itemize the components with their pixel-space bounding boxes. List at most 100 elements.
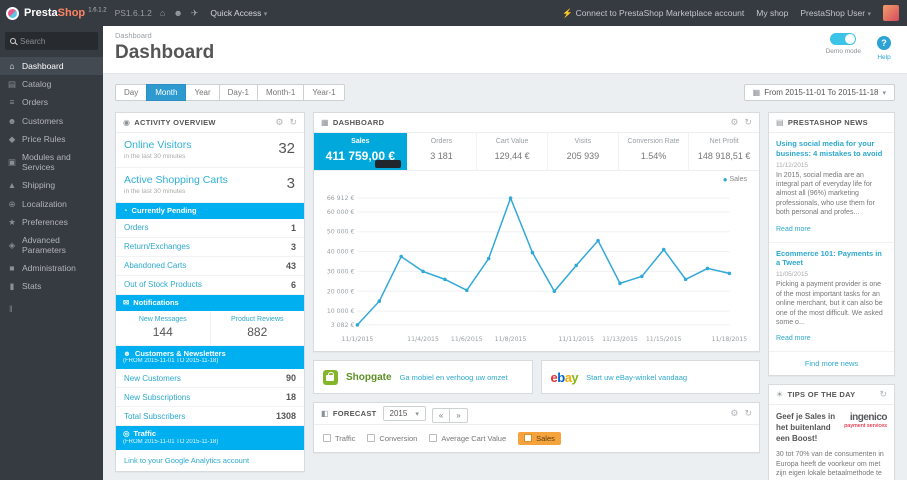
- demo-mode-toggle[interactable]: Demo mode: [826, 33, 861, 61]
- sidebar-item-advanced-parameters[interactable]: ◈ Advanced Parameters: [0, 231, 103, 259]
- forecast-next-button[interactable]: »: [449, 407, 468, 423]
- pending-row-orders[interactable]: Orders 1: [116, 219, 304, 238]
- news-article-excerpt: In 2015, social media are an integral pa…: [776, 171, 875, 217]
- range-month-1-button[interactable]: Month-1: [256, 84, 305, 101]
- gear-icon[interactable]: ⚙: [730, 408, 738, 419]
- row-new-subscriptions[interactable]: New Subscriptions 18: [116, 388, 304, 408]
- news-article-date: 11/12/2015: [776, 161, 809, 169]
- help-button[interactable]: ? Help: [877, 33, 891, 61]
- ebay-promo-link[interactable]: Start uw eBay-winkel vandaag: [586, 373, 687, 382]
- kpi-cart-value[interactable]: Cart Value 129,44 €: [477, 133, 548, 170]
- sidebar-item-price-rules[interactable]: ◆ Price Rules: [0, 130, 103, 148]
- sales-chart-area: 66 912 € 60 000 € 50 000 € 40 000 € 30 000 €…: [314, 184, 759, 351]
- forecast-legend-conversion[interactable]: Conversion: [367, 434, 417, 443]
- customers-newsletters-header: ☻ Customers & Newsletters (FROM 2015-11-0…: [116, 345, 304, 370]
- sidebar-item-preferences[interactable]: ★ Preferences: [0, 213, 103, 231]
- svg-text:11/11/2015: 11/11/2015: [558, 336, 594, 343]
- collapse-menu-icon[interactable]: ‖: [0, 296, 103, 322]
- tip-headline: Geef je Sales in het buitenland een Boos…: [776, 412, 836, 443]
- clock-icon: ◔: [123, 206, 128, 215]
- svg-text:11/18/2015: 11/18/2015: [712, 336, 748, 343]
- forecast-legend-sales[interactable]: Sales: [518, 432, 561, 445]
- search-icon: [10, 38, 16, 44]
- refresh-icon[interactable]: ↻: [289, 117, 297, 128]
- profile-icon[interactable]: ☻: [173, 8, 182, 18]
- refresh-icon[interactable]: ↻: [744, 117, 752, 128]
- sidebar-item-shipping[interactable]: ▲ Shipping: [0, 176, 103, 194]
- read-more-link[interactable]: Read more: [776, 335, 811, 342]
- sidebar-item-customers[interactable]: ☻ Customers: [0, 112, 103, 130]
- quick-access-menu[interactable]: Quick Access ▾: [210, 8, 267, 18]
- date-range-picker[interactable]: ▦ From 2015-11-01 To 2015-11-18 ▾: [743, 84, 895, 101]
- row-new-customers[interactable]: New Customers 90: [116, 369, 304, 389]
- new-messages-cell[interactable]: New Messages 144: [116, 311, 210, 345]
- orders-icon: ≡: [9, 97, 15, 108]
- forecast-legend-traffic[interactable]: Traffic: [323, 434, 355, 443]
- sidebar-item-modules[interactable]: ▣ Modules and Services: [0, 148, 103, 176]
- activity-icon: ◉: [123, 118, 131, 127]
- kpi-orders[interactable]: Orders 3 181: [407, 133, 478, 170]
- sidebar-item-stats[interactable]: ▮ Stats: [0, 277, 103, 295]
- pending-row-abandoned-carts[interactable]: Abandoned Carts 43: [116, 257, 304, 276]
- my-shop-link[interactable]: My shop: [756, 8, 788, 18]
- tip-body: 30 tot 70% van de consumenten in Europa …: [776, 450, 884, 478]
- user-menu[interactable]: PrestaShop User ▾: [800, 8, 871, 18]
- news-article-title[interactable]: Ecommerce 101: Payments in a Tweet: [776, 249, 887, 269]
- toggle-switch[interactable]: [830, 33, 857, 45]
- sun-icon: ☀: [776, 390, 784, 400]
- shopgate-promo-link[interactable]: Ga mobiel en verhoog uw omzet: [400, 373, 508, 382]
- activity-panel-title: ◉ Activity overview: [123, 118, 216, 127]
- gear-icon[interactable]: ⚙: [275, 117, 283, 128]
- sidebar-item-label: Advanced Parameters: [22, 234, 66, 256]
- refresh-icon[interactable]: ↻: [744, 408, 752, 419]
- news-article-title[interactable]: Using social media for your business: 4 …: [776, 139, 887, 159]
- svg-text:66 912 €: 66 912 €: [327, 195, 355, 202]
- range-month-button[interactable]: Month: [146, 84, 187, 101]
- kpi-visits[interactable]: Visits 205 939: [548, 133, 619, 170]
- refresh-icon[interactable]: ↻: [879, 389, 887, 400]
- ebay-logo: ebay: [550, 369, 579, 385]
- breadcrumb: Dashboard: [115, 31, 152, 40]
- sidebar-item-localization[interactable]: ⊕ Localization: [0, 195, 103, 213]
- sidebar-item-catalog[interactable]: ▤ Catalog: [0, 75, 103, 93]
- range-year-button[interactable]: Year: [185, 84, 220, 101]
- checkbox-icon: [524, 434, 533, 442]
- product-reviews-cell[interactable]: Product Reviews 882: [209, 310, 305, 345]
- read-more-link[interactable]: Read more: [776, 226, 811, 233]
- range-year-1-button[interactable]: Year-1: [303, 84, 345, 101]
- chart-legend-dot: ●: [722, 175, 728, 184]
- kpi-sales[interactable]: Sales 411 759,00 €: [314, 133, 407, 170]
- sidebar-item-administration[interactable]: ■ Administration: [0, 259, 103, 277]
- forecast-legend: Traffic Conversion Average Cart Value Sa…: [314, 425, 759, 452]
- topbar: PrestaShop 1.6.1.2 PS1.6.1.2 ⌂ ☻ ✈ Quick…: [0, 0, 907, 26]
- google-analytics-link[interactable]: Link to your Google Analytics account: [116, 450, 304, 471]
- pending-row-out-of-stock[interactable]: Out of Stock Products 6: [116, 276, 304, 295]
- traffic-header: ◎ Traffic (FROM 2015-11-01 TO 2015-11-18): [116, 426, 304, 450]
- sidebar-item-orders[interactable]: ≡ Orders: [0, 93, 103, 111]
- kpi-net-profit[interactable]: Net Profit 148 918,51 €: [689, 133, 759, 170]
- gear-icon[interactable]: ⚙: [730, 117, 738, 128]
- kpi-conversion-rate[interactable]: Conversion Rate 1.54%: [619, 133, 690, 170]
- plane-icon[interactable]: ✈: [191, 8, 199, 19]
- connect-marketplace-link[interactable]: ⚡ Connect to PrestaShop Marketplace accou…: [562, 8, 744, 19]
- row-total-subscribers[interactable]: Total Subscribers 1308: [116, 407, 304, 427]
- sidebar-item-label: Localization: [22, 198, 67, 209]
- chevron-down-icon: ▾: [415, 410, 419, 418]
- find-more-news-link[interactable]: Find more news: [769, 352, 894, 375]
- range-day-1-button[interactable]: Day-1: [218, 84, 258, 101]
- pending-row-returns[interactable]: Return/Exchanges 3: [116, 238, 304, 257]
- store-icon[interactable]: ⌂: [160, 8, 165, 18]
- range-day-button[interactable]: Day: [115, 84, 148, 101]
- forecast-year-select[interactable]: 2015 ▾: [382, 406, 426, 421]
- forecast-prev-button[interactable]: «: [431, 407, 451, 423]
- chevron-down-icon: ▾: [882, 89, 886, 97]
- help-icon[interactable]: ?: [877, 36, 891, 50]
- user-avatar[interactable]: [883, 5, 899, 21]
- news-article: Ecommerce 101: Payments in a Tweet 11/05…: [769, 243, 894, 353]
- forecast-legend-average-cart-value[interactable]: Average Cart Value: [429, 434, 506, 443]
- administration-icon: ■: [9, 263, 15, 274]
- ingenico-logo: ingenico payment services: [844, 412, 887, 430]
- news-article: Using social media for your business: 4 …: [769, 133, 894, 243]
- search-input[interactable]: [20, 36, 93, 46]
- sidebar-item-dashboard[interactable]: ⌂ Dashboard: [0, 57, 103, 76]
